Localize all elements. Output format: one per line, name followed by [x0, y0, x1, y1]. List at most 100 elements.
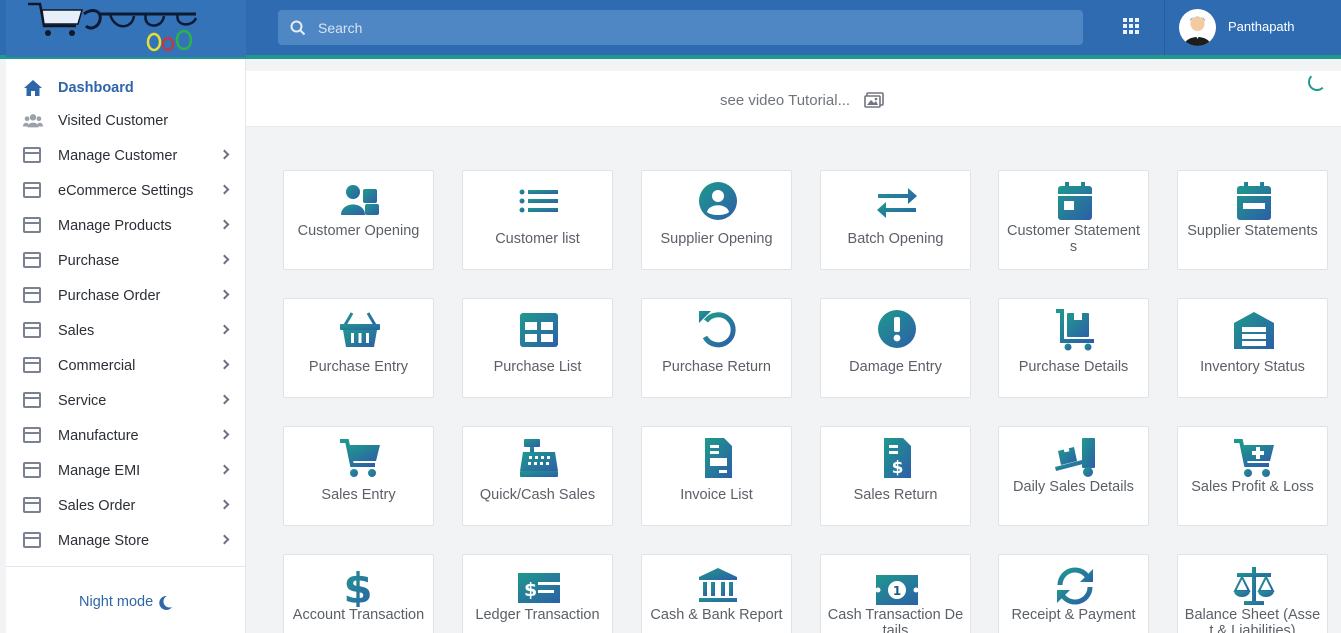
tile-label: Inventory Status — [1200, 359, 1305, 375]
apps-grid-icon[interactable] — [1123, 18, 1139, 34]
calendar-minus-icon — [1237, 182, 1271, 220]
tile-label: Purchase Details — [1018, 359, 1129, 375]
tile-purchase-details[interactable]: Purchase Details — [998, 298, 1149, 398]
undo-icon — [699, 311, 736, 348]
window-icon — [23, 462, 41, 478]
images-icon[interactable] — [864, 92, 884, 108]
sidebar-item-manufacture[interactable]: Manufacture — [6, 421, 246, 451]
chevron-right-icon — [219, 254, 230, 265]
chevron-right-icon — [219, 359, 230, 370]
calendar-icon — [1058, 182, 1092, 220]
tile-label: Supplier Statements — [1187, 223, 1318, 239]
exchange-icon — [877, 188, 917, 218]
chevron-right-icon — [219, 499, 230, 510]
svg-text:$: $ — [343, 565, 372, 607]
tile-quick-cash-sales[interactable]: Quick/Cash Sales — [462, 426, 613, 526]
sidebar-item-label: Sales — [58, 323, 95, 339]
search-input[interactable] — [318, 10, 1058, 45]
chevron-right-icon — [219, 289, 230, 300]
tile-label: Balance Sheet (Asset & Liabilities) — [1184, 607, 1321, 633]
tile-customer-statements[interactable]: Customer Statements — [998, 170, 1149, 270]
tile-cash-transaction-details[interactable]: 1 Cash Transaction Details — [820, 554, 971, 633]
dolly-icon — [1056, 309, 1094, 351]
users-icon — [23, 114, 43, 128]
sidebar-item-label: Manage Products — [58, 218, 172, 234]
tutorial-bar: see video Tutorial... — [246, 71, 1341, 127]
tile-balance-sheet[interactable]: Balance Sheet (Asset & Liabilities) — [1177, 554, 1328, 633]
tile-ledger-transaction[interactable]: $ Ledger Transaction — [462, 554, 613, 633]
cart-plus-icon — [1234, 439, 1274, 477]
tile-supplier-opening[interactable]: Supplier Opening — [641, 170, 792, 270]
chevron-right-icon — [219, 324, 230, 335]
moon-icon[interactable] — [157, 595, 173, 611]
sidebar-item-purchase[interactable]: Purchase — [6, 246, 246, 276]
sidebar-item-manage-products[interactable]: Manage Products — [6, 211, 246, 241]
night-mode-toggle[interactable]: Night mode — [79, 594, 153, 610]
tile-sales-return[interactable]: $ Sales Return — [820, 426, 971, 526]
tile-customer-list[interactable]: Customer list — [462, 170, 613, 270]
sidebar-item-sales[interactable]: Sales — [6, 316, 246, 346]
username[interactable]: Panthapath — [1228, 19, 1295, 34]
chevron-right-icon — [219, 149, 230, 160]
sidebar-item-label: Manage Customer — [58, 148, 178, 164]
search-bar[interactable] — [278, 10, 1083, 45]
sidebar-item-manage-customer[interactable]: Manage Customer — [6, 141, 246, 171]
tile-label: Purchase Return — [662, 359, 771, 375]
sidebar-item-manage-emi[interactable]: Manage EMI — [6, 456, 246, 486]
tile-inventory-status[interactable]: Inventory Status — [1177, 298, 1328, 398]
tile-label: Ledger Transaction — [475, 607, 600, 623]
sidebar-item-manage-store[interactable]: Manage Store — [6, 526, 246, 556]
tile-sales-entry[interactable]: Sales Entry — [283, 426, 434, 526]
dollar-icon: $ — [343, 565, 372, 607]
sidebar-item-dashboard[interactable]: Dashboard — [6, 73, 246, 103]
window-icon — [23, 532, 41, 548]
sidebar-item-label: Manage Store — [58, 533, 150, 549]
sidebar-item-label: Commercial — [58, 358, 136, 374]
avatar[interactable] — [1179, 9, 1216, 46]
tile-label: Supplier Opening — [660, 231, 773, 247]
tile-label: Customer Statements — [1007, 223, 1140, 255]
sidebar-item-sales-order[interactable]: Sales Order — [6, 491, 246, 521]
sidebar-item-visited-customer[interactable]: Visited Customer — [6, 106, 246, 136]
tile-invoice-list[interactable]: Invoice List — [641, 426, 792, 526]
tile-sales-profit-loss[interactable]: Sales Profit & Loss — [1177, 426, 1328, 526]
video-tutorial-link[interactable]: see video Tutorial... — [720, 92, 850, 109]
tile-purchase-list[interactable]: Purchase List — [462, 298, 613, 398]
tile-label: Account Transaction — [292, 607, 425, 623]
tile-daily-sales-details[interactable]: Daily Sales Details — [998, 426, 1149, 526]
logo[interactable] — [6, 0, 246, 57]
tile-supplier-statements[interactable]: Supplier Statements — [1177, 170, 1328, 270]
sidebar-item-ecommerce-settings[interactable]: eCommerce Settings — [6, 176, 246, 206]
sidebar-item-label: eCommerce Settings — [58, 183, 194, 199]
sidebar-item-service[interactable]: Service — [6, 386, 246, 416]
window-icon — [23, 287, 41, 303]
tile-receipt-payment[interactable]: Receipt & Payment — [998, 554, 1149, 633]
window-icon — [23, 497, 41, 513]
truck-loading-icon — [1055, 438, 1095, 477]
chevron-right-icon — [219, 464, 230, 475]
tile-customer-opening[interactable]: Customer Opening — [283, 170, 434, 270]
table-icon — [520, 313, 558, 347]
tile-batch-opening[interactable]: Batch Opening — [820, 170, 971, 270]
sidebar-item-commercial[interactable]: Commercial — [6, 351, 246, 381]
tile-label: Batch Opening — [847, 231, 944, 247]
sidebar-item-purchase-order[interactable]: Purchase Order — [6, 281, 246, 311]
tile-label: Sales Profit & Loss — [1191, 479, 1314, 495]
tile-purchase-return[interactable]: Purchase Return — [641, 298, 792, 398]
tile-purchase-entry[interactable]: Purchase Entry — [283, 298, 434, 398]
tile-cash-bank-report[interactable]: Cash & Bank Report — [641, 554, 792, 633]
basket-icon — [340, 312, 380, 347]
invoice-icon — [705, 438, 732, 478]
sidebar: Dashboard Visited Customer Manage Custom… — [6, 59, 246, 633]
window-icon — [23, 357, 41, 373]
window-icon — [23, 322, 41, 338]
bank-icon — [699, 568, 737, 602]
sidebar-item-label: Sales Order — [58, 498, 136, 514]
tile-damage-entry[interactable]: Damage Entry — [820, 298, 971, 398]
tile-account-transaction[interactable]: $ Account Transaction — [283, 554, 434, 633]
sidebar-item-label: Manufacture — [58, 428, 139, 444]
divider — [1164, 0, 1165, 55]
money-bill-icon: 1 — [876, 575, 918, 605]
chevron-right-icon — [219, 219, 230, 230]
svg-text:1: 1 — [893, 584, 901, 598]
